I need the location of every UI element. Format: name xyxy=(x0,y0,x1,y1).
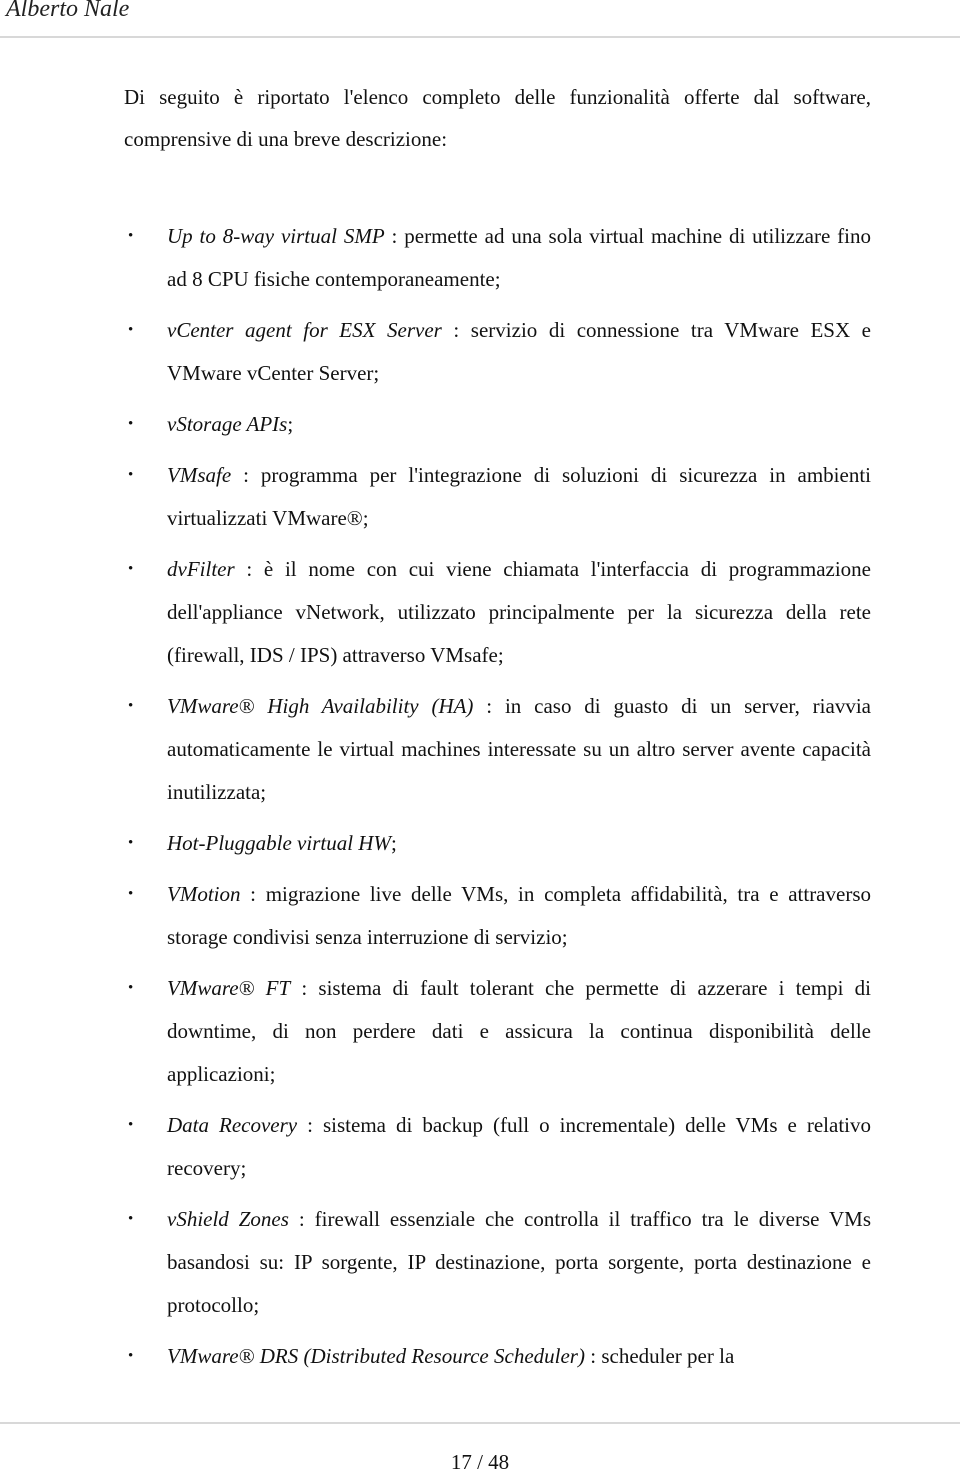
header-author: Alberto Nale xyxy=(6,0,130,22)
bullet-icon: • xyxy=(128,1117,134,1133)
feature-term: dvFilter xyxy=(167,557,235,581)
feature-term: VMware® High Availability (HA) xyxy=(167,694,474,718)
feature-term: VMware® DRS (Distributed Resource Schedu… xyxy=(167,1344,585,1368)
feature-item: • Up to 8-way virtual SMP : permette ad u… xyxy=(124,215,871,301)
feature-separator: : xyxy=(473,694,505,718)
feature-separator: : xyxy=(290,976,319,1000)
feature-separator: : xyxy=(441,318,471,342)
feature-description: è il nome con cui viene chiamata l'inter… xyxy=(167,557,872,667)
feature-description: migrazione live delle VMs, in completa a… xyxy=(167,882,871,949)
bullet-icon: • xyxy=(128,416,134,432)
feature-term: Up to 8-way virtual SMP xyxy=(167,224,385,248)
feature-term: VMware® FT xyxy=(167,976,291,1000)
bullet-icon: • xyxy=(128,228,134,244)
feature-term: vCenter agent for ESX Server xyxy=(167,318,442,342)
bullet-icon: • xyxy=(128,1211,134,1227)
feature-separator: : xyxy=(384,224,405,248)
feature-separator: : xyxy=(584,1344,602,1368)
bullet-icon: • xyxy=(128,322,134,338)
feature-item: • dvFilter : è il nome con cui viene chia… xyxy=(124,548,871,677)
feature-item: • VMotion : migrazione live delle VMs, in… xyxy=(124,873,871,959)
bullet-icon: • xyxy=(128,561,134,577)
feature-separator: : xyxy=(288,1207,315,1231)
header-divider xyxy=(0,36,960,38)
bullet-icon: • xyxy=(128,698,134,714)
feature-separator: : xyxy=(240,882,266,906)
feature-term: Hot-Pluggable virtual HW xyxy=(167,831,391,855)
feature-item: • Hot-Pluggable virtual HW; xyxy=(124,822,871,865)
feature-term: VMsafe xyxy=(167,463,232,487)
feature-item: • VMware® FT : sistema di fault tolerant … xyxy=(124,967,871,1096)
bullet-icon: • xyxy=(128,980,134,996)
feature-term: vStorage APIs xyxy=(167,412,288,436)
bullet-icon: • xyxy=(128,467,134,483)
feature-item: • VMware® DRS (Distributed Resource Sched… xyxy=(124,1335,871,1378)
feature-separator: : xyxy=(234,557,264,581)
feature-term: vShield Zones xyxy=(167,1207,289,1231)
bullet-icon: • xyxy=(128,1348,134,1364)
feature-item: • vCenter agent for ESX Server : servizio… xyxy=(124,309,871,395)
feature-item: • Data Recovery : sistema di backup (full… xyxy=(124,1104,871,1190)
feature-item: • VMsafe : programma per l'integrazione d… xyxy=(124,454,871,540)
feature-term: Data Recovery xyxy=(167,1113,298,1137)
intro-paragraph: Di seguito è riportato l'elenco completo… xyxy=(124,85,871,151)
feature-description: programma per l'integrazione di soluzion… xyxy=(167,463,871,530)
feature-item: • VMware® High Availability (HA) : in cas… xyxy=(124,685,871,814)
feature-term: VMotion xyxy=(167,882,241,906)
bullet-icon: • xyxy=(128,835,134,851)
feature-separator: : xyxy=(297,1113,323,1137)
feature-description: ; xyxy=(287,412,294,436)
feature-item: • vShield Zones : firewall essenziale che… xyxy=(124,1198,871,1327)
feature-separator: : xyxy=(231,463,261,487)
feature-item: • vStorage APIs; xyxy=(124,403,871,446)
feature-list: • Up to 8-way virtual SMP : permette ad u… xyxy=(124,215,871,1386)
footer-divider xyxy=(0,1422,960,1424)
bullet-icon: • xyxy=(128,886,134,902)
feature-description: scheduler per la xyxy=(601,1344,735,1368)
feature-description: ; xyxy=(390,831,397,855)
page-number: 17 / 48 xyxy=(450,1450,510,1474)
